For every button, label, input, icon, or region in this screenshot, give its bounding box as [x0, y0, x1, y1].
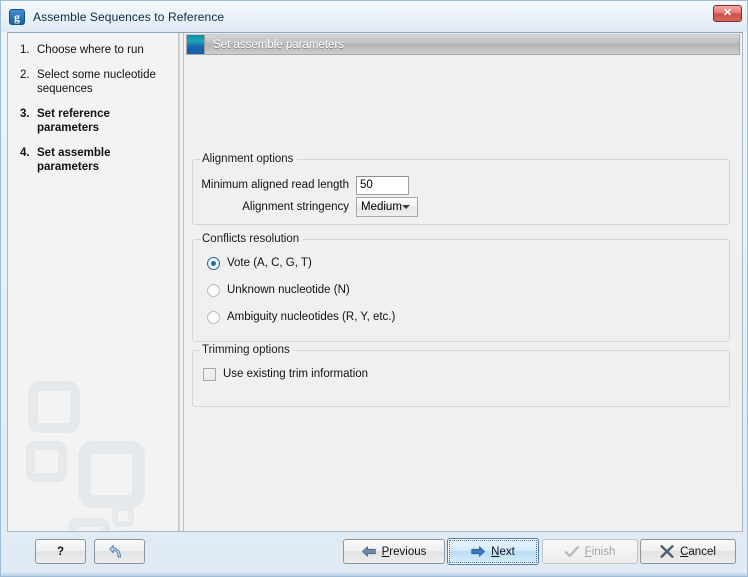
previous-button-label: Previous: [381, 545, 427, 558]
close-x-icon: [660, 545, 674, 558]
next-button-label: Next: [491, 545, 515, 558]
title-bar: g Assemble Sequences to Reference ✕: [1, 1, 747, 32]
use-existing-trim-label: Use existing trim information: [223, 368, 369, 380]
sidebar-step-3-number: 3.: [20, 108, 30, 120]
app-icon: g: [9, 8, 25, 25]
conflicts-resolution-legend: Conflicts resolution: [200, 233, 304, 245]
question-mark-icon: ?: [56, 545, 65, 558]
alignment-stringency-select[interactable]: Medium: [356, 197, 418, 217]
close-icon[interactable]: ✕: [713, 5, 742, 22]
radio-ambiguity-nucleotides[interactable]: Ambiguity nucleotides (R, Y, etc.): [207, 309, 395, 325]
panel-header-title: Set assemble parameters: [213, 38, 345, 51]
main-panel: Set assemble parameters Alignment option…: [184, 33, 742, 531]
conflicts-resolution-group: Conflicts resolution Vote (A, C, G, T) U…: [192, 233, 730, 342]
sidebar-step-3[interactable]: 3. Set reference parameters: [20, 107, 170, 135]
sidebar-step-4-label: Set assemble parameters: [37, 147, 111, 173]
wizard-step-list: 1. Choose where to run 2. Select some nu…: [8, 33, 178, 174]
radio-ambiguity-nucleotides-indicator[interactable]: [207, 310, 220, 324]
trimming-options-group: Trimming options Use existing trim infor…: [192, 344, 730, 407]
alignment-options-legend: Alignment options: [200, 153, 298, 165]
arrow-right-icon: [471, 546, 486, 557]
sidebar-step-4-number: 4.: [20, 147, 30, 159]
sidebar-step-1[interactable]: 1. Choose where to run: [20, 43, 170, 57]
alignment-options-group: Alignment options Minimum aligned read l…: [192, 153, 730, 225]
sidebar-step-3-label: Set reference parameters: [37, 108, 110, 134]
window-title: Assemble Sequences to Reference: [33, 9, 225, 24]
parameters-content: Alignment options Minimum aligned read l…: [184, 55, 742, 531]
checkmark-icon: [564, 545, 579, 558]
panel-header: Set assemble parameters: [186, 34, 740, 55]
alignment-stringency-label: Alignment stringency: [242, 201, 349, 213]
radio-vote[interactable]: Vote (A, C, G, T): [207, 255, 312, 271]
alignment-stringency-row: Alignment stringency Medium: [201, 197, 418, 217]
use-existing-trim-row[interactable]: Use existing trim information: [203, 366, 368, 382]
sidebar-step-4[interactable]: 4. Set assemble parameters: [20, 146, 170, 174]
dialog-button-bar: ? Previous Next Finish Cancel: [7, 532, 743, 572]
alignment-stringency-value: Medium: [361, 201, 402, 213]
arrow-left-icon: [361, 546, 376, 557]
sidebar-step-1-label: Choose where to run: [37, 44, 144, 56]
reset-arrow-icon: [108, 544, 125, 559]
min-read-length-row: Minimum aligned read length: [201, 175, 409, 195]
step-badge-icon: [187, 35, 205, 54]
reset-button[interactable]: [94, 539, 145, 564]
sidebar-step-2-label: Select some nucleotide sequences: [37, 69, 156, 95]
radio-unknown-nucleotide-indicator[interactable]: [207, 283, 220, 297]
radio-vote-label: Vote (A, C, G, T): [227, 257, 312, 269]
radio-unknown-nucleotide[interactable]: Unknown nucleotide (N): [207, 282, 350, 298]
next-button[interactable]: Next: [447, 538, 539, 565]
chevron-down-icon: [402, 205, 410, 209]
wizard-steps-sidebar: 1. Choose where to run 2. Select some nu…: [8, 33, 179, 531]
cancel-button-label: Cancel: [680, 545, 716, 558]
radio-vote-indicator[interactable]: [207, 256, 220, 270]
sidebar-step-2[interactable]: 2. Select some nucleotide sequences: [20, 68, 170, 96]
sidebar-step-2-number: 2.: [20, 69, 30, 81]
previous-button[interactable]: Previous: [343, 539, 445, 564]
min-read-length-label: Minimum aligned read length: [201, 179, 349, 191]
trimming-options-legend: Trimming options: [200, 344, 294, 356]
finish-button-label: Finish: [584, 545, 616, 558]
finish-button[interactable]: Finish: [542, 539, 638, 564]
min-read-length-input[interactable]: [356, 175, 409, 195]
radio-ambiguity-nucleotides-label: Ambiguity nucleotides (R, Y, etc.): [227, 311, 396, 323]
cancel-button[interactable]: Cancel: [640, 539, 736, 564]
use-existing-trim-checkbox[interactable]: [203, 367, 216, 381]
radio-unknown-nucleotide-label: Unknown nucleotide (N): [227, 284, 350, 296]
window-bottom-strip: [1, 573, 747, 576]
help-button[interactable]: ?: [35, 539, 86, 564]
dialog-client-area: 1. Choose where to run 2. Select some nu…: [7, 32, 743, 532]
dialog-window: g Assemble Sequences to Reference ✕ 1. C…: [0, 0, 748, 577]
sidebar-step-1-number: 1.: [20, 44, 30, 56]
